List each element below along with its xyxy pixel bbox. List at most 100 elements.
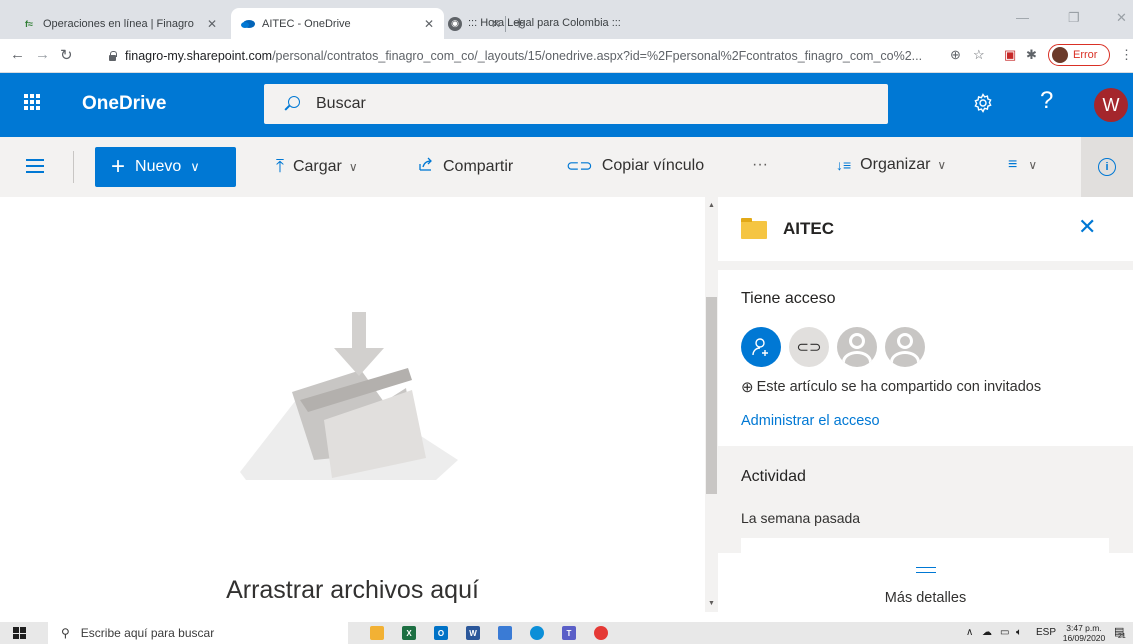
search-icon [284, 96, 300, 112]
share-icon [418, 156, 434, 177]
error-label: Error [1073, 49, 1098, 61]
chevron-down-icon: ∨ [1028, 158, 1038, 172]
new-button[interactable]: + Nuevo ∨ [95, 147, 236, 187]
folder-icon [741, 218, 767, 239]
battery-icon[interactable]: ▭ [1000, 627, 1009, 638]
view-options-button[interactable]: ≡ ∨ [1008, 156, 1037, 174]
upload-button[interactable]: ⤒ Cargar ∨ [276, 156, 358, 177]
copy-link-button[interactable]: ⊂⊃ Copiar vínculo [566, 156, 704, 176]
tab-finagro[interactable]: f≈ Operaciones en línea | Finagro ✕ [12, 8, 227, 39]
volume-icon[interactable]: 🔈︎ [1016, 627, 1022, 638]
last-week-label: La semana pasada [741, 510, 861, 526]
onedrive-suite-bar: OneDrive Buscar ? W [0, 73, 1133, 137]
search-placeholder: Buscar [316, 95, 366, 112]
app-icon[interactable] [498, 626, 512, 640]
copy-link-label: Copiar vínculo [601, 157, 705, 174]
taskbar-clock[interactable]: 3:47 p.m. 16/09/2020 [1062, 623, 1106, 643]
language-indicator[interactable]: ESP [1036, 627, 1056, 638]
activity-title: Actividad [741, 468, 806, 485]
empty-folder-illustration [240, 312, 458, 480]
outlook-icon[interactable]: O [434, 626, 448, 640]
close-icon[interactable]: ✕ [424, 17, 434, 31]
command-separator [73, 151, 74, 183]
search-icon: ⚲ [61, 626, 70, 640]
maximize-icon[interactable]: ❐ [1068, 10, 1080, 26]
chrome-icon[interactable] [594, 626, 608, 640]
vertical-scrollbar[interactable]: ▲ ▼ [705, 197, 718, 612]
close-icon[interactable]: ✕ [491, 17, 501, 31]
finagro-favicon: f≈ [25, 18, 33, 29]
link-icon[interactable]: ⊂⊃ [789, 327, 829, 367]
more-details-section[interactable]: Más detalles [718, 553, 1133, 612]
sort-label: Organizar [860, 156, 931, 173]
upload-icon: ⤒ [276, 156, 284, 176]
teams-icon[interactable]: T [562, 626, 576, 640]
details-pane-header: AITEC ✕ [718, 197, 1133, 261]
details-pane: AITEC ✕ Tiene acceso ⊂⊃ ⊕ Este artículo … [718, 197, 1133, 612]
add-person-icon[interactable] [741, 327, 781, 367]
globe-icon: ⊕ [741, 379, 754, 396]
user-avatar[interactable]: W [1094, 88, 1128, 122]
sort-button[interactable]: ↓≡ Organizar ∨ [836, 156, 946, 174]
more-commands-button[interactable]: ··· [752, 156, 768, 174]
profile-error-button[interactable]: Error [1048, 44, 1110, 66]
back-arrow-icon[interactable]: ← [10, 46, 25, 63]
person-icon[interactable] [885, 327, 925, 367]
access-title: Tiene acceso [741, 290, 836, 307]
url-domain: finagro-my.sharepoint.com [125, 49, 273, 63]
search-input[interactable]: Buscar [264, 84, 888, 124]
url-field[interactable]: finagro-my.sharepoint.com /personal/cont… [108, 43, 988, 69]
close-icon[interactable]: ✕ [207, 17, 217, 31]
manage-access-link[interactable]: Administrar el acceso [741, 413, 880, 429]
edge-icon[interactable] [530, 626, 544, 640]
info-icon: i [1098, 158, 1116, 176]
shared-note-text: Este artículo se ha compartido con invit… [756, 379, 1042, 395]
lock-icon [108, 51, 117, 61]
chevron-down-icon: ∨ [937, 158, 947, 172]
window-close-icon[interactable]: ✕ [1116, 10, 1127, 26]
reload-icon[interactable]: ↻ [60, 46, 73, 64]
clock-date: 16/09/2020 [1062, 633, 1106, 643]
new-label: Nuevo [135, 158, 182, 175]
drag-handle-icon [916, 567, 936, 573]
windows-start-icon[interactable] [13, 627, 26, 639]
minimize-icon[interactable]: — [1016, 10, 1029, 25]
scrollbar-thumb[interactable] [706, 297, 717, 494]
hamburger-menu-icon[interactable] [26, 159, 44, 173]
share-button[interactable]: Compartir [418, 156, 513, 177]
tab-onedrive[interactable]: AITEC - OneDrive ✕ [231, 8, 444, 39]
file-list-area[interactable]: Arrastrar archivos aquí [0, 197, 705, 612]
address-bar-row: ← → ↻ finagro-my.sharepoint.com /persona… [0, 39, 1133, 73]
command-bar: + Nuevo ∨ ⤒ Cargar ∨ Compartir ⊂⊃ Copiar… [0, 137, 1133, 197]
onedrive-brand[interactable]: OneDrive [82, 93, 166, 115]
tray-chevron-up-icon[interactable]: ∧ [966, 627, 973, 638]
clock-time: 3:47 p.m. [1066, 623, 1102, 633]
view-list-icon: ≡ [1008, 156, 1018, 173]
onedrive-cloud-icon [241, 17, 255, 31]
profile-avatar [1052, 47, 1068, 63]
person-icon[interactable] [837, 327, 877, 367]
forward-arrow-icon[interactable]: → [35, 46, 50, 63]
tab-title: Operaciones en línea | Finagro [43, 17, 194, 30]
help-icon[interactable]: ? [1040, 87, 1053, 115]
app-launcher-icon[interactable] [24, 94, 40, 110]
settings-gear-icon[interactable] [973, 93, 993, 119]
extension-icon[interactable]: ▣ [1004, 47, 1016, 63]
tab-title: AITEC - OneDrive [262, 17, 351, 30]
word-icon[interactable]: W [466, 626, 480, 640]
excel-icon[interactable]: X [402, 626, 416, 640]
onedrive-tray-icon[interactable]: ☁ [982, 627, 992, 638]
zoom-icon[interactable]: ⊕ [950, 47, 961, 63]
details-pane-toggle[interactable]: i [1081, 137, 1133, 197]
more-details-label: Más detalles [884, 590, 967, 606]
close-icon[interactable]: ✕ [1078, 214, 1096, 240]
bookmark-star-icon[interactable]: ☆ [973, 47, 985, 63]
scroll-up-arrow-icon[interactable]: ▲ [708, 202, 715, 209]
chrome-menu-icon[interactable]: ⋮ [1120, 47, 1133, 63]
extensions-puzzle-icon[interactable]: ✱ [1026, 47, 1037, 63]
sort-icon: ↓≡ [836, 157, 852, 173]
share-label: Compartir [443, 157, 514, 175]
file-explorer-icon[interactable] [370, 626, 384, 640]
scroll-down-arrow-icon[interactable]: ▼ [708, 600, 715, 607]
taskbar-search-input[interactable]: ⚲ Escribe aquí para buscar [48, 622, 348, 644]
